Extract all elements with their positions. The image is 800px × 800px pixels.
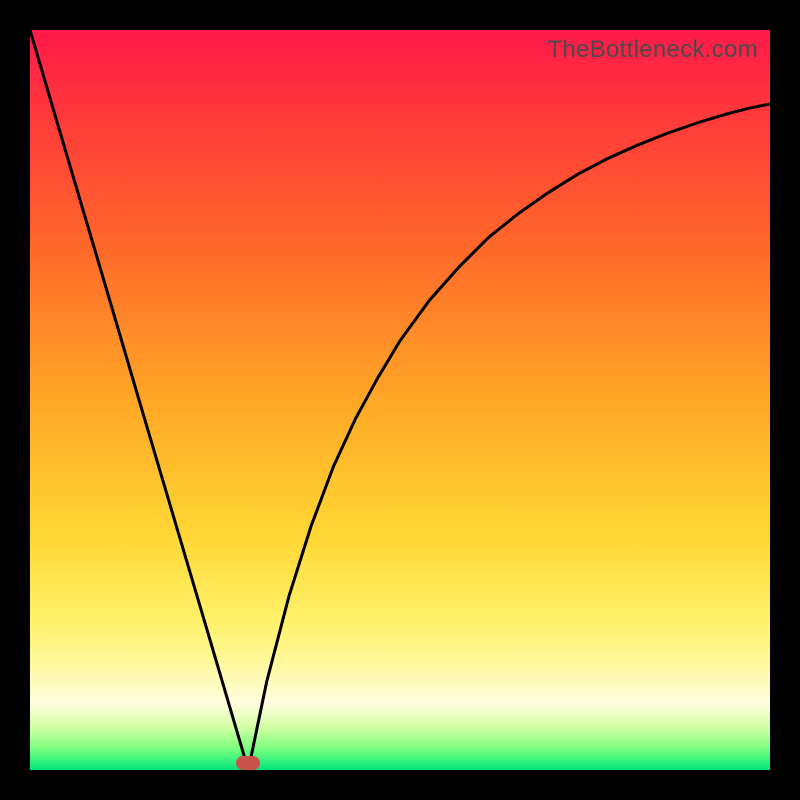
bottleneck-marker: [236, 756, 260, 770]
chart-frame: TheBottleneck.com: [0, 0, 800, 800]
curve-right-branch: [248, 104, 770, 770]
curve-layer: [30, 30, 770, 770]
plot-area: TheBottleneck.com: [30, 30, 770, 770]
curve-left-branch: [30, 30, 248, 770]
